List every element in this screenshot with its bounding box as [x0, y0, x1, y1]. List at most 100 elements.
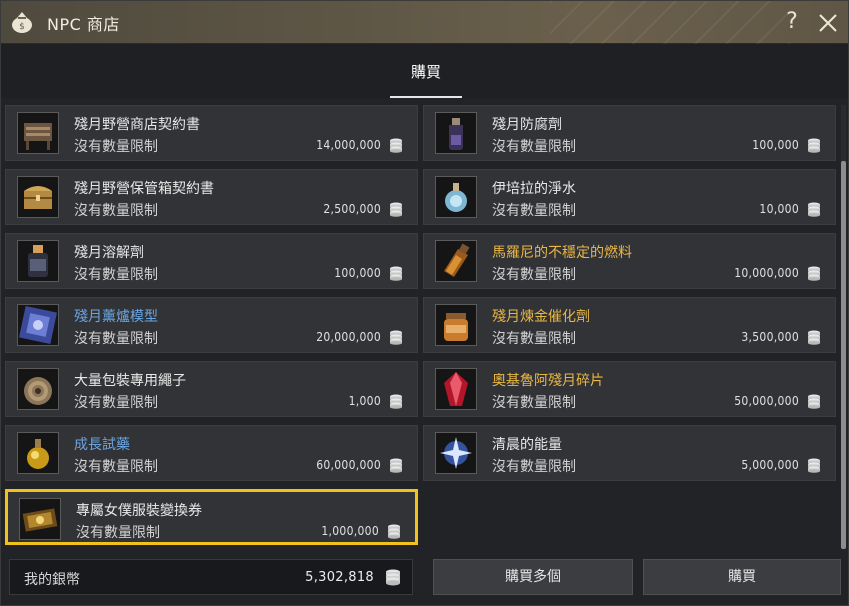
- item-icon-frame: [435, 176, 477, 218]
- buy-button[interactable]: 購買: [643, 559, 841, 595]
- item-icon-frame: [19, 498, 61, 540]
- scrollbar-thumb[interactable]: [841, 161, 846, 549]
- item-name: 殘月防腐劑: [492, 117, 562, 133]
- item-icon-frame: [17, 112, 59, 154]
- red-crystal-icon: [444, 372, 468, 406]
- item-limit: 沒有數量限制: [74, 331, 158, 347]
- incense-model-icon: [19, 306, 57, 344]
- solvent-bottle-icon: [28, 245, 48, 277]
- silver-coin-icon: [390, 266, 402, 281]
- shop-item[interactable]: 大量包裝專用繩子 沒有數量限制 1,000: [5, 361, 418, 417]
- tab-bar: 購買: [1, 44, 848, 98]
- item-icon-frame: [17, 432, 59, 474]
- item-name: 大量包裝專用繩子: [74, 373, 186, 389]
- item-name: 成長試藥: [74, 437, 130, 453]
- item-price: 50,000,000: [734, 394, 799, 408]
- item-limit: 沒有數量限制: [76, 525, 160, 541]
- item-icon-frame: [17, 176, 59, 218]
- svg-text:$: $: [19, 22, 25, 32]
- silver-coin-stack-icon: [386, 569, 400, 586]
- silver-coin-icon: [390, 394, 402, 409]
- item-price: 10,000,000: [734, 266, 799, 280]
- item-name: 殘月煉金催化劑: [492, 309, 590, 325]
- item-limit: 沒有數量限制: [492, 203, 576, 219]
- title-bar[interactable]: $ NPC 商店 ?: [1, 1, 848, 44]
- item-icon-frame: [17, 240, 59, 282]
- silver-coin-icon: [390, 138, 402, 153]
- item-limit: 沒有數量限制: [74, 203, 158, 219]
- item-name: 殘月溶解劑: [74, 245, 144, 261]
- silver-coin-icon: [808, 266, 820, 281]
- item-icon-frame: [435, 368, 477, 410]
- item-price: 1,000: [348, 394, 381, 408]
- item-name: 伊培拉的淨水: [492, 181, 576, 197]
- water-flask-icon: [445, 183, 467, 212]
- costume-ticket-icon: [22, 508, 58, 532]
- item-name: 奧基魯阿殘月碎片: [492, 373, 604, 389]
- tab-buy[interactable]: 購買: [390, 60, 462, 98]
- shop-item[interactable]: 成長試藥沒有數量限制 60,000,000: [5, 425, 418, 481]
- shop-item[interactable]: 殘月防腐劑 沒有數量限制 100,000: [423, 105, 836, 161]
- shop-item[interactable]: 殘月野營商店契約書 沒有數量限制 14,000,000: [5, 105, 418, 161]
- item-price: 5,000,000: [741, 458, 799, 472]
- item-icon-frame: [435, 304, 477, 346]
- shop-item[interactable]: 清晨的能量沒有數量限制 5,000,000: [423, 425, 836, 481]
- potion-bottle-icon: [449, 118, 463, 150]
- silver-coin-icon: [808, 458, 820, 473]
- silver-coin-icon: [808, 394, 820, 409]
- item-name: 專屬女僕服裝變換券: [76, 503, 202, 519]
- buy-multiple-button[interactable]: 購買多個: [433, 559, 633, 595]
- rope-coil-icon: [24, 377, 52, 405]
- shop-item[interactable]: 伊培拉的淨水 沒有數量限制 10,000: [423, 169, 836, 225]
- silver-coin-icon: [388, 524, 400, 539]
- item-name: 殘月野營商店契約書: [74, 117, 200, 133]
- item-limit: 沒有數量限制: [74, 395, 158, 411]
- item-icon-frame: [435, 112, 477, 154]
- fuel-bottle-icon: [444, 243, 470, 277]
- growth-elixir-icon: [27, 439, 49, 469]
- item-price: 60,000,000: [316, 458, 381, 472]
- item-limit: 沒有數量限制: [492, 459, 576, 475]
- silver-coin-icon: [808, 202, 820, 217]
- item-limit: 沒有數量限制: [74, 139, 158, 155]
- item-limit: 沒有數量限制: [492, 139, 576, 155]
- wallet-label: 我的銀幣: [24, 572, 80, 588]
- item-limit: 沒有數量限制: [492, 267, 576, 283]
- contract-chair-icon: [24, 123, 52, 150]
- shop-item[interactable]: 專屬女僕服裝變換券 沒有數量限制 1,000,000: [5, 489, 418, 545]
- item-icon-frame: [17, 368, 59, 410]
- shop-item[interactable]: 殘月溶解劑 沒有數量限制 100,000: [5, 233, 418, 289]
- item-price: 20,000,000: [316, 330, 381, 344]
- wallet-amount: 5,302,818: [305, 570, 374, 585]
- shop-item[interactable]: 殘月野營保管箱契約書 沒有數量限制 2,500,000: [5, 169, 418, 225]
- shop-item[interactable]: 奧基魯阿殘月碎片 沒有數量限制 50,000,000: [423, 361, 836, 417]
- npc-shop-window: $ NPC 商店 ? 購買 殘月野營商店契約書 沒有數量限制 14,000,000 殘…: [0, 0, 849, 606]
- shop-item[interactable]: 殘月煉金催化劑 沒有數量限制 3,500,000: [423, 297, 836, 353]
- catalyst-jar-icon: [444, 313, 468, 341]
- item-limit: 沒有數量限制: [492, 395, 576, 411]
- item-price: 2,500,000: [323, 202, 381, 216]
- shop-item[interactable]: 馬羅尼的不穩定的燃料 沒有數量限制 10,000,000: [423, 233, 836, 289]
- silver-coin-icon: [808, 138, 820, 153]
- wallet-panel: 我的銀幣 5,302,818: [9, 559, 413, 595]
- coin-bag-icon: $: [12, 12, 32, 33]
- item-icon-frame: [435, 432, 477, 474]
- window-title: NPC 商店: [47, 15, 120, 34]
- item-icon-frame: [17, 304, 59, 346]
- silver-coin-icon: [390, 458, 402, 473]
- title-bar-decoration: [550, 1, 790, 44]
- item-limit: 沒有數量限制: [492, 331, 576, 347]
- treasure-chest-icon: [24, 186, 52, 209]
- item-limit: 沒有數量限制: [74, 459, 158, 475]
- item-price: 1,000,000: [321, 524, 379, 538]
- help-button[interactable]: ?: [781, 7, 803, 37]
- shop-item[interactable]: 殘月薰爐模型 沒有數量限制 20,000,000: [5, 297, 418, 353]
- silver-coin-icon: [808, 330, 820, 345]
- item-price: 100,000: [334, 266, 381, 280]
- item-price: 3,500,000: [741, 330, 799, 344]
- close-icon[interactable]: [815, 7, 841, 37]
- item-name: 清晨的能量: [492, 437, 562, 453]
- item-name: 殘月薰爐模型: [74, 309, 158, 325]
- active-tab-indicator: [390, 96, 462, 98]
- item-price: 10,000: [759, 202, 799, 216]
